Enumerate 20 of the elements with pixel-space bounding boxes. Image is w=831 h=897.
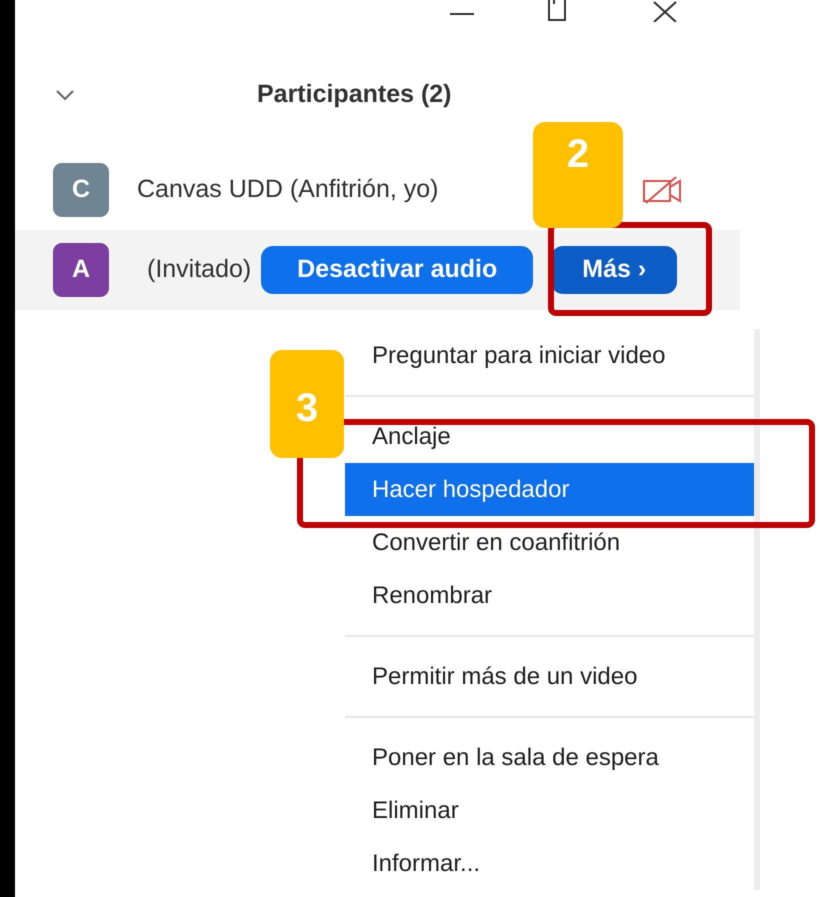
menu-item[interactable]: Poner en la sala de espera bbox=[345, 731, 754, 784]
collapse-chevron-icon[interactable] bbox=[55, 89, 75, 101]
avatar: A bbox=[53, 243, 109, 297]
panel-title: Participantes (2) bbox=[257, 79, 452, 110]
participant-name: Canvas UDD (Anfitrión, yo) bbox=[137, 174, 438, 206]
menu-item[interactable]: Permitir más de un video bbox=[345, 650, 754, 703]
mute-button[interactable]: Desactivar audio bbox=[261, 246, 534, 294]
menu-item[interactable]: Informar... bbox=[345, 837, 754, 890]
menu-item[interactable]: Hacer hospedador bbox=[345, 463, 754, 516]
menu-item[interactable]: Renombrar bbox=[345, 569, 754, 622]
participant-name: (Invitado) bbox=[147, 254, 252, 286]
menu-item[interactable]: Convertir en coanfitrión bbox=[345, 516, 754, 569]
close-icon[interactable] bbox=[652, 0, 678, 22]
menu-item[interactable]: Eliminar bbox=[345, 784, 754, 837]
step-callout: 2 bbox=[533, 122, 623, 228]
menu-item[interactable]: Preguntar para iniciar video bbox=[345, 329, 754, 382]
menu-item[interactable]: Anclaje bbox=[345, 410, 754, 463]
more-button[interactable]: Más › bbox=[551, 246, 678, 294]
avatar: C bbox=[53, 163, 109, 217]
step-callout: 3 bbox=[270, 350, 344, 458]
